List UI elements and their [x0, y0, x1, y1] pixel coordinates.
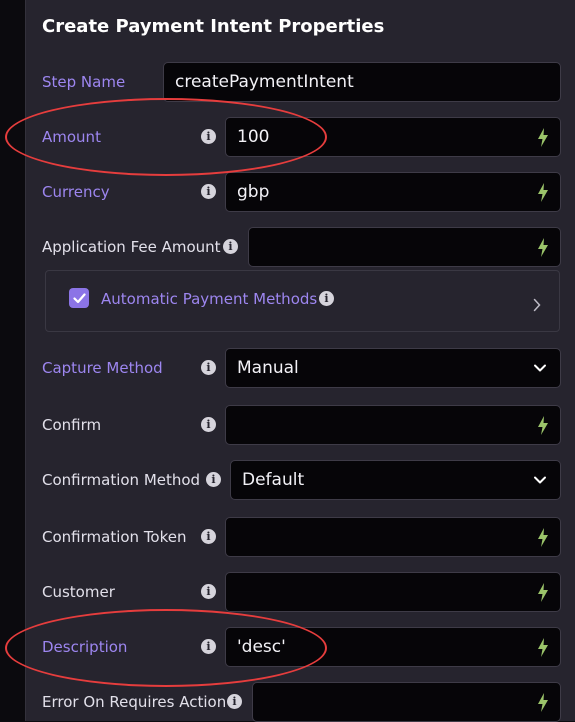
bolt-icon[interactable]	[537, 693, 549, 712]
panel-title: Create Payment Intent Properties	[42, 16, 385, 37]
info-icon[interactable]: i	[201, 129, 216, 144]
bolt-icon[interactable]	[537, 416, 549, 435]
error-on-requires-action-input[interactable]	[252, 682, 561, 722]
confirmation-token-input[interactable]	[225, 517, 561, 557]
check-icon	[72, 292, 86, 303]
application-fee-amount-label: Application Fee Amount	[42, 238, 221, 256]
confirmation-method-value: Default	[242, 470, 305, 490]
chevron-down-icon	[534, 476, 546, 484]
info-icon[interactable]: i	[201, 584, 216, 599]
step-name-value: createPaymentIntent	[175, 72, 354, 92]
customer-label: Customer	[42, 583, 115, 601]
capture-method-value: Manual	[237, 358, 299, 378]
info-icon[interactable]: i	[319, 291, 334, 306]
step-name-label: Step Name	[42, 73, 126, 91]
step-name-input[interactable]: createPaymentIntent	[163, 62, 561, 102]
bolt-icon[interactable]	[537, 528, 549, 547]
currency-value: gbp	[237, 182, 270, 202]
info-icon[interactable]: i	[223, 239, 238, 254]
application-fee-amount-input[interactable]	[248, 227, 561, 267]
info-icon[interactable]: i	[227, 694, 242, 709]
confirm-label: Confirm	[42, 416, 102, 434]
bolt-icon[interactable]	[537, 183, 549, 202]
info-icon[interactable]: i	[201, 639, 216, 654]
amount-label: Amount	[42, 128, 101, 146]
automatic-payment-methods-label: Automatic Payment Methods	[101, 290, 318, 308]
confirm-input[interactable]	[225, 405, 561, 445]
capture-method-label: Capture Method	[42, 359, 163, 377]
properties-panel: Create Payment Intent Properties Step Na…	[25, 0, 575, 722]
description-value: 'desc'	[237, 637, 286, 657]
bolt-icon[interactable]	[537, 638, 549, 657]
amount-value: 100	[237, 127, 270, 147]
error-on-requires-action-label: Error On Requires Action	[42, 693, 227, 711]
confirmation-method-label: Confirmation Method	[42, 471, 201, 489]
left-strip	[0, 0, 25, 721]
description-label: Description	[42, 638, 128, 656]
info-icon[interactable]: i	[206, 472, 221, 487]
amount-input[interactable]: 100	[225, 117, 561, 157]
chevron-right-icon[interactable]	[533, 298, 541, 312]
confirmation-method-select[interactable]: Default	[230, 460, 561, 500]
capture-method-select[interactable]: Manual	[225, 348, 561, 388]
chevron-down-icon	[534, 364, 546, 372]
info-icon[interactable]: i	[201, 184, 216, 199]
info-icon[interactable]: i	[201, 417, 216, 432]
bolt-icon[interactable]	[537, 238, 549, 257]
bolt-icon[interactable]	[537, 583, 549, 602]
customer-input[interactable]	[225, 572, 561, 612]
info-icon[interactable]: i	[201, 360, 216, 375]
bolt-icon[interactable]	[537, 128, 549, 147]
description-input[interactable]: 'desc'	[225, 627, 561, 667]
currency-input[interactable]: gbp	[225, 172, 561, 212]
confirmation-token-label: Confirmation Token	[42, 528, 187, 546]
currency-label: Currency	[42, 183, 110, 201]
automatic-payment-methods-checkbox[interactable]	[69, 288, 89, 308]
info-icon[interactable]: i	[201, 529, 216, 544]
